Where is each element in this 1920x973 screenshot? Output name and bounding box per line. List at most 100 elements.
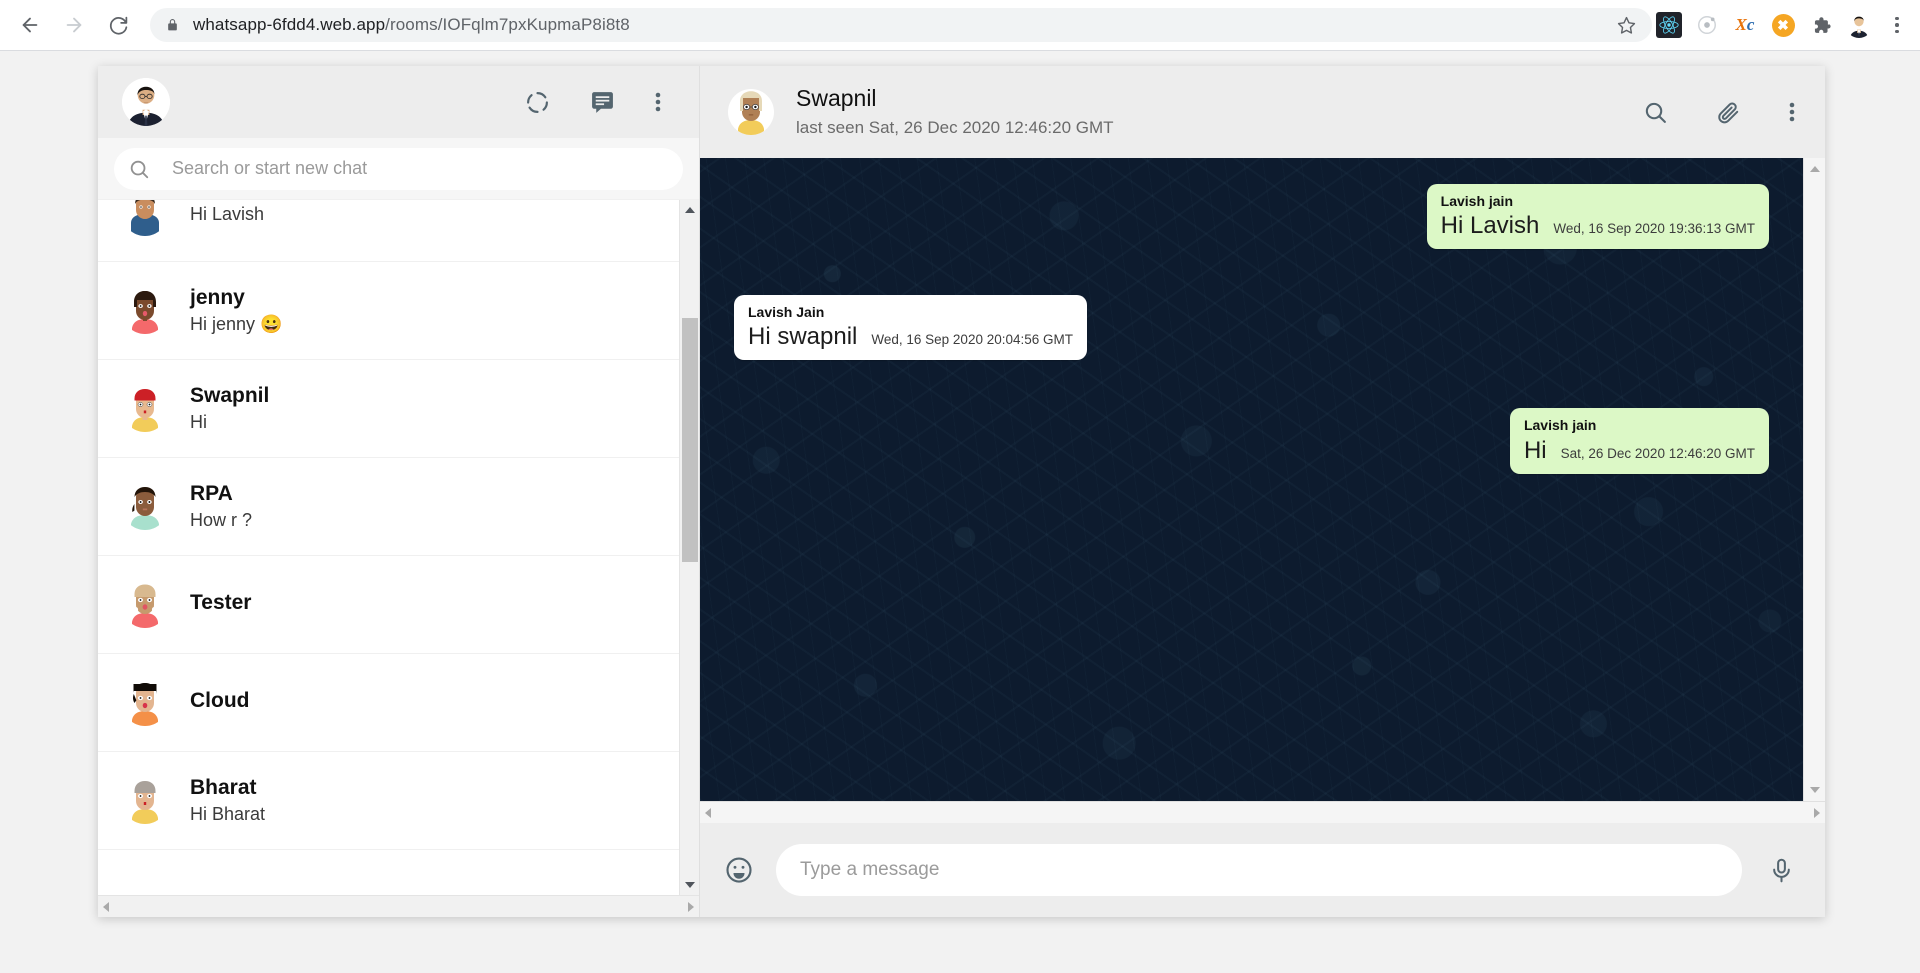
message-row: Hi swapnil Wed, 16 Sep 2020 20:04:56 GMT xyxy=(748,323,1073,351)
reload-icon[interactable] xyxy=(98,5,138,45)
new-chat-icon[interactable] xyxy=(590,90,615,115)
emoji-icon[interactable] xyxy=(724,855,754,885)
message-input-placeholder: Type a message xyxy=(800,859,940,880)
message-composer: Type a message xyxy=(700,823,1825,917)
orange-x-extension-icon[interactable]: ✖ xyxy=(1766,8,1800,42)
avatar xyxy=(122,200,168,236)
list-item[interactable]: Swapnil Hi xyxy=(98,360,680,458)
message-text: Hi xyxy=(1523,436,1547,464)
attachment-icon[interactable] xyxy=(1716,100,1741,125)
scroll-right-arrow-icon[interactable] xyxy=(688,901,694,912)
list-item[interactable]: Tester xyxy=(98,556,680,654)
list-item-texts: RPA How r ? xyxy=(190,481,252,532)
list-item[interactable]: RPA How r ? xyxy=(98,458,680,556)
list-item-message: Hi Lavish xyxy=(190,203,265,224)
message-row: Hi Lavish Wed, 16 Sep 2020 19:36:13 GMT xyxy=(1441,212,1755,240)
chat-list[interactable]: Hi Lavish jenny Hi jenny 😀 Swapnil Hi RP… xyxy=(98,200,699,895)
browser-menu-icon[interactable] xyxy=(1880,5,1914,45)
message-sender: Lavish Jain xyxy=(748,304,825,321)
chat-header-avatar[interactable] xyxy=(728,89,774,135)
search-input[interactable]: Search or start new chat xyxy=(114,147,683,190)
chat-header-info: Swapnil last seen Sat, 26 Dec 2020 12:46… xyxy=(796,84,1114,140)
search-icon[interactable] xyxy=(1643,100,1668,125)
puzzle-extensions-icon[interactable] xyxy=(1804,8,1838,42)
messages-list: Lavish jain Hi Lavish Wed, 16 Sep 2020 1… xyxy=(700,158,1803,801)
list-item-name: Bharat xyxy=(190,776,257,800)
sidebar-vertical-scrollbar[interactable] xyxy=(679,200,699,895)
lock-icon xyxy=(166,17,179,33)
message-bubble-outgoing[interactable]: Lavish jain Hi Lavish Wed, 16 Sep 2020 1… xyxy=(1426,184,1769,250)
list-item[interactable]: Bharat Hi Bharat xyxy=(98,752,680,850)
list-item-message: Hi Bharat xyxy=(190,804,266,825)
search-bar-container: Search or start new chat xyxy=(98,138,699,200)
message-timestamp: Wed, 16 Sep 2020 19:36:13 GMT xyxy=(1553,221,1755,237)
messages-background: Lavish jain Hi Lavish Wed, 16 Sep 2020 1… xyxy=(700,158,1803,801)
search-placeholder: Search or start new chat xyxy=(172,158,368,178)
chat-vertical-scrollbar[interactable] xyxy=(1803,158,1825,801)
list-item-texts: Hi Lavish xyxy=(190,200,264,225)
browser-toolbar: whatsapp-6fdd4.web.app/rooms/IOFqlm7pxKu… xyxy=(0,0,1920,50)
scroll-up-arrow-icon[interactable] xyxy=(680,200,699,220)
list-item-name: Tester xyxy=(190,590,252,614)
browser-extensions: Xc ✖ xyxy=(1652,5,1920,45)
microphone-icon[interactable] xyxy=(1768,857,1795,884)
list-item[interactable]: Hi Lavish xyxy=(98,200,680,262)
chat-menu-icon[interactable] xyxy=(1789,100,1795,124)
sidebar-horizontal-scrollbar[interactable] xyxy=(98,895,699,917)
scroll-up-arrow-icon[interactable] xyxy=(1804,158,1825,180)
my-profile-avatar[interactable] xyxy=(122,78,170,126)
search-icon xyxy=(128,158,150,180)
sidebar-menu-icon[interactable] xyxy=(655,90,661,114)
list-item-texts: Tester xyxy=(190,590,251,619)
avatar xyxy=(122,483,168,530)
ionic-extension-icon[interactable] xyxy=(1690,8,1724,42)
message-bubble-outgoing[interactable]: Lavish jain Hi Sat, 26 Dec 2020 12:46:20… xyxy=(1509,408,1769,474)
page-title: Swapnil xyxy=(796,85,877,112)
message-timestamp: Sat, 26 Dec 2020 12:46:20 GMT xyxy=(1560,445,1755,461)
chat-pane: Swapnil last seen Sat, 26 Dec 2020 12:46… xyxy=(700,66,1825,917)
list-item-message: How r ? xyxy=(190,510,253,531)
chat-horizontal-scrollbar[interactable] xyxy=(700,801,1825,823)
xc-extension-icon[interactable]: Xc xyxy=(1728,8,1762,42)
status-icon[interactable] xyxy=(525,90,550,115)
list-item[interactable]: jenny Hi jenny 😀 xyxy=(98,262,680,360)
scroll-left-arrow-icon[interactable] xyxy=(103,901,109,912)
avatar xyxy=(122,287,168,334)
list-item-texts: jenny Hi jenny 😀 xyxy=(190,285,282,336)
avatar xyxy=(122,777,168,824)
forward-arrow-icon[interactable] xyxy=(54,5,94,45)
scroll-right-arrow-icon[interactable] xyxy=(1814,807,1820,818)
list-item-name: jenny xyxy=(190,286,245,310)
react-devtools-icon[interactable] xyxy=(1652,8,1686,42)
scroll-left-arrow-icon[interactable] xyxy=(705,807,711,818)
address-bar[interactable]: whatsapp-6fdd4.web.app/rooms/IOFqlm7pxKu… xyxy=(150,8,1652,42)
address-bar-url: whatsapp-6fdd4.web.app/rooms/IOFqlm7pxKu… xyxy=(193,15,630,34)
list-item-name: RPA xyxy=(190,482,233,506)
message-bubble-incoming[interactable]: Lavish Jain Hi swapnil Wed, 16 Sep 2020 … xyxy=(734,295,1088,361)
message-timestamp: Wed, 16 Sep 2020 20:04:56 GMT xyxy=(871,332,1074,348)
avatar xyxy=(122,581,168,628)
scroll-down-arrow-icon[interactable] xyxy=(680,875,699,895)
list-item-message: Hi jenny 😀 xyxy=(190,314,283,335)
avatar xyxy=(122,385,168,432)
list-item-message: Hi xyxy=(190,412,207,433)
whatsapp-app: Search or start new chat Hi Lavish jenny… xyxy=(98,66,1825,917)
scrollbar-thumb[interactable] xyxy=(682,318,698,562)
chat-header-actions xyxy=(1643,100,1795,125)
star-icon[interactable] xyxy=(1608,7,1644,43)
list-item-name: Cloud xyxy=(190,688,250,712)
message-input[interactable]: Type a message xyxy=(776,844,1742,896)
list-item-texts: Swapnil Hi xyxy=(190,383,269,434)
scroll-down-arrow-icon[interactable] xyxy=(1804,779,1825,801)
browser-profile-avatar[interactable] xyxy=(1842,8,1876,42)
sidebar-header-actions xyxy=(525,90,675,115)
sidebar-header xyxy=(98,66,699,138)
chat-header: Swapnil last seen Sat, 26 Dec 2020 12:46… xyxy=(700,66,1825,158)
message-text: Hi Lavish xyxy=(1440,212,1540,240)
list-item[interactable]: Cloud xyxy=(98,654,680,752)
message-text: Hi swapnil xyxy=(748,323,858,351)
messages-container: Lavish jain Hi Lavish Wed, 16 Sep 2020 1… xyxy=(700,158,1825,823)
chat-list-scroll-content: Hi Lavish jenny Hi jenny 😀 Swapnil Hi RP… xyxy=(98,200,699,850)
browser-nav-buttons xyxy=(0,5,138,45)
back-arrow-icon[interactable] xyxy=(10,5,50,45)
